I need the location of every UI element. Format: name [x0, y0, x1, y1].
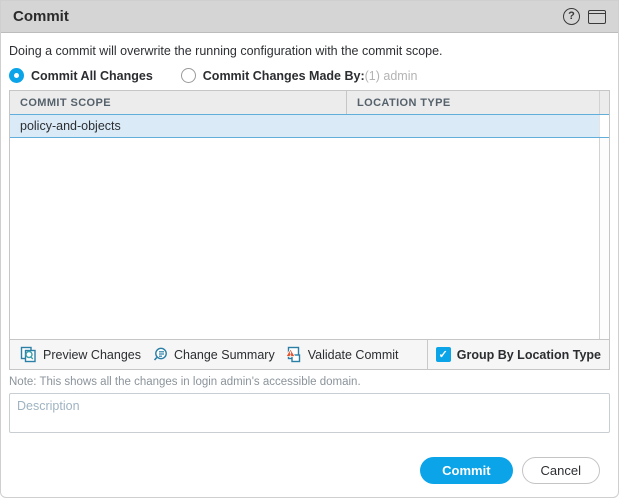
- table-empty-area: [10, 138, 609, 339]
- note-text: Note: This shows all the changes in logi…: [9, 376, 610, 388]
- dialog-content: Doing a commit will overwrite the runnin…: [1, 33, 618, 497]
- commit-by-admin-count: (1) admin: [365, 69, 418, 83]
- radio-unselected-icon: [181, 68, 196, 83]
- table-header: COMMIT SCOPE LOCATION TYPE: [10, 91, 609, 114]
- dialog-title: Commit: [13, 8, 69, 25]
- commit-scope-table: COMMIT SCOPE LOCATION TYPE policy-and-ob…: [9, 90, 610, 370]
- radio-dot: [14, 73, 19, 78]
- column-header-commit-scope[interactable]: COMMIT SCOPE: [10, 91, 347, 114]
- cell-commit-scope: policy-and-objects: [10, 115, 347, 137]
- window-icon-bar: [589, 13, 605, 14]
- description-input[interactable]: [9, 393, 610, 433]
- group-by-location-type-label: Group By Location Type: [457, 348, 601, 362]
- radio-commit-all-label: Commit All Changes: [31, 69, 153, 83]
- validate-commit-label: Validate Commit: [308, 348, 399, 362]
- cell-location-type: [347, 115, 599, 137]
- radio-selected-icon: [9, 68, 24, 83]
- cancel-button[interactable]: Cancel: [522, 457, 600, 484]
- radio-commit-all-changes[interactable]: Commit All Changes: [9, 68, 153, 83]
- preview-changes-label: Preview Changes: [43, 348, 141, 362]
- change-summary-label: Change Summary: [174, 348, 275, 362]
- group-by-location-type-checkbox[interactable]: ✓ Group By Location Type: [427, 340, 609, 369]
- scrollbar-gutter-body[interactable]: [599, 138, 609, 339]
- validate-commit-icon: [285, 346, 303, 363]
- scrollbar-gutter[interactable]: [599, 91, 609, 114]
- table-row[interactable]: policy-and-objects: [10, 114, 609, 138]
- validate-commit-button[interactable]: Validate Commit: [285, 346, 399, 363]
- preview-changes-button[interactable]: Preview Changes: [20, 346, 141, 363]
- preview-changes-icon: [20, 346, 38, 363]
- help-icon[interactable]: ?: [563, 8, 580, 25]
- change-summary-icon: [151, 346, 169, 363]
- commit-dialog: Commit ? Doing a commit will overwrite t…: [0, 0, 619, 498]
- dialog-footer: Commit Cancel: [9, 457, 610, 484]
- commit-scope-options: Commit All Changes Commit Changes Made B…: [9, 68, 610, 83]
- table-footer-toolbar: Preview Changes Change Summary: [10, 339, 609, 369]
- checkbox-checked-icon: ✓: [436, 347, 451, 362]
- radio-commit-changes-made-by[interactable]: Commit Changes Made By:(1) admin: [181, 68, 418, 83]
- change-summary-button[interactable]: Change Summary: [151, 346, 275, 363]
- window-icon[interactable]: [588, 10, 606, 24]
- radio-commit-by-label: Commit Changes Made By:: [203, 69, 365, 83]
- scrollbar-gutter-row: [599, 115, 609, 137]
- intro-text: Doing a commit will overwrite the runnin…: [9, 44, 610, 58]
- commit-button[interactable]: Commit: [420, 457, 512, 484]
- dialog-titlebar: Commit ?: [1, 1, 618, 33]
- table-empty-main: [10, 138, 599, 339]
- column-header-location-type[interactable]: LOCATION TYPE: [347, 91, 599, 114]
